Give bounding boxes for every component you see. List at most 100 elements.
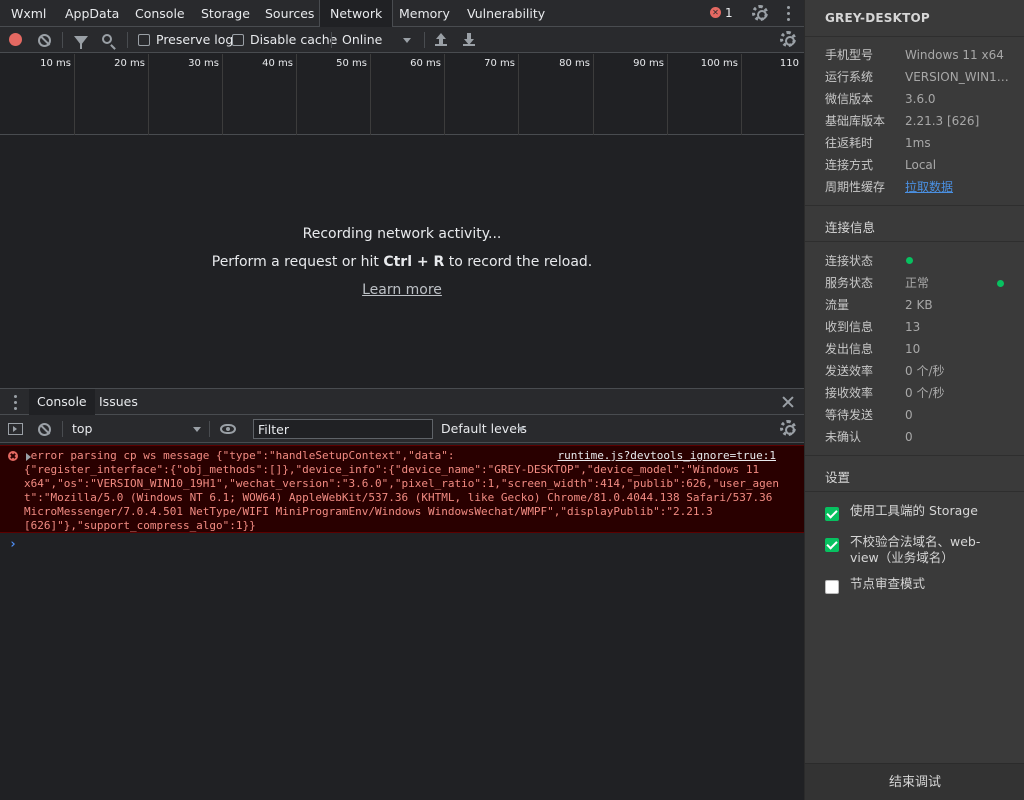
settings-gear-icon[interactable] xyxy=(752,5,768,21)
tab-wxml[interactable]: Wxml xyxy=(11,0,46,27)
info-key: 接收效率 xyxy=(825,386,874,400)
divider xyxy=(805,205,1024,206)
console-messages[interactable]: error parsing cp ws message {"type":"han… xyxy=(0,443,804,800)
record-icon[interactable] xyxy=(9,33,22,46)
skip-domain-check-checkbox[interactable] xyxy=(825,538,839,552)
info-value: 1ms xyxy=(905,136,931,150)
console-sidebar-toggle-icon[interactable] xyxy=(8,423,23,435)
drawer-menu-icon[interactable] xyxy=(14,395,18,411)
use-tool-storage-label[interactable]: 使用工具端的 Storage xyxy=(850,503,1000,519)
info-key: 发送效率 xyxy=(825,364,874,378)
timeline-tick: 10 ms xyxy=(0,54,75,135)
error-count[interactable]: 1 xyxy=(725,0,733,27)
divider xyxy=(62,421,63,437)
fetch-data-link[interactable]: 拉取数据 xyxy=(905,176,1009,198)
divider xyxy=(805,491,1024,492)
console-prompt-icon[interactable]: › xyxy=(9,537,17,552)
info-key: 连接方式 xyxy=(825,158,874,172)
divider xyxy=(424,32,425,48)
tab-storage[interactable]: Storage xyxy=(201,0,250,27)
info-value: 3.6.0 xyxy=(905,92,936,106)
filter-icon[interactable] xyxy=(74,36,88,49)
info-key: 未确认 xyxy=(825,430,862,444)
info-value: 0 个/秒 xyxy=(905,386,945,400)
error-circle-icon xyxy=(8,451,18,461)
timeline-tick-label: 60 ms xyxy=(410,58,441,69)
conn-row-traffic: 流量 2 KB xyxy=(825,294,1015,316)
chevron-down-icon[interactable] xyxy=(403,38,411,43)
export-har-icon[interactable] xyxy=(463,33,475,46)
divider xyxy=(805,36,1024,37)
node-inspect-label[interactable]: 节点审查模式 xyxy=(850,576,1000,592)
conn-row-pending: 等待发送 0 xyxy=(825,404,1015,426)
tab-memory[interactable]: Memory xyxy=(399,0,450,27)
timeline-tick: 100 ms xyxy=(668,54,742,135)
info-value: 0 个/秒 xyxy=(905,364,945,378)
error-source-link[interactable]: runtime.js?devtools_ignore=true:1 xyxy=(551,449,776,463)
info-row-lib-version: 基础库版本 2.21.3 [626] xyxy=(825,110,1015,132)
learn-more-link[interactable]: Learn more xyxy=(362,282,442,298)
drawer-tab-issues[interactable]: Issues xyxy=(99,389,138,415)
more-menu-icon[interactable] xyxy=(787,6,791,22)
conn-row-status: 连接状态 xyxy=(825,250,1015,272)
timeline-tick: 40 ms xyxy=(223,54,297,135)
info-value: 2 KB xyxy=(905,298,933,312)
import-har-icon[interactable] xyxy=(435,33,447,46)
end-debug-button[interactable]: 结束调试 xyxy=(805,763,1024,800)
console-settings-gear-icon[interactable] xyxy=(780,420,796,436)
reload-shortcut: Ctrl + R xyxy=(383,254,445,270)
clear-console-icon[interactable] xyxy=(38,423,51,436)
tab-sources[interactable]: Sources xyxy=(265,0,314,27)
timeline-tick-label: 20 ms xyxy=(114,58,145,69)
info-row-os: 运行系统 VERSION_WIN10... xyxy=(825,66,1015,88)
info-key: 收到信息 xyxy=(825,320,874,334)
throttling-select[interactable]: Online xyxy=(342,27,382,53)
tab-console[interactable]: Console xyxy=(135,0,185,27)
network-timeline-overview[interactable]: 10 ms 20 ms 30 ms 40 ms 50 ms 60 ms 70 m… xyxy=(0,54,804,135)
live-expression-eye-icon[interactable] xyxy=(220,424,236,434)
reload-hint-pre: Perform a request or hit xyxy=(211,254,384,270)
info-key: 服务状态 xyxy=(825,276,874,290)
preserve-log-checkbox[interactable] xyxy=(138,34,150,46)
timeline-tick-label: 100 ms xyxy=(700,58,738,69)
divider xyxy=(805,241,1024,242)
tab-network[interactable]: Network xyxy=(319,0,394,28)
conn-row-sent: 发出信息 10 xyxy=(825,338,1015,360)
settings-section-title: 设置 xyxy=(825,470,851,485)
tab-appdata[interactable]: AppData xyxy=(65,0,119,27)
info-key: 基础库版本 xyxy=(825,114,886,128)
error-icon[interactable]: ✕ xyxy=(710,7,721,18)
log-levels-select[interactable]: Default levels xyxy=(441,415,527,443)
chevron-down-icon[interactable] xyxy=(517,427,525,432)
close-drawer-icon[interactable] xyxy=(782,396,794,408)
disable-cache-label[interactable]: Disable cache xyxy=(250,27,337,53)
node-inspect-checkbox[interactable] xyxy=(825,580,839,594)
disable-cache-checkbox[interactable] xyxy=(232,34,244,46)
info-key: 等待发送 xyxy=(825,408,874,422)
info-value: 0 xyxy=(905,408,913,422)
info-value: 正常 xyxy=(905,276,930,290)
timeline-tick-label: 80 ms xyxy=(559,58,590,69)
timeline-tick-label: 40 ms xyxy=(262,58,293,69)
info-key: 周期性缓存 xyxy=(825,180,886,194)
timeline-tick-label: 50 ms xyxy=(336,58,367,69)
context-select[interactable]: top xyxy=(72,415,92,443)
console-filter-input[interactable] xyxy=(253,419,433,439)
info-row-periodic-cache: 周期性缓存 拉取数据 xyxy=(825,176,1015,198)
skip-domain-check-label[interactable]: 不校验合法域名、web-view（业务域名） xyxy=(850,534,1000,566)
use-tool-storage-checkbox[interactable] xyxy=(825,507,839,521)
conn-row-recv-rate: 接收效率 0 个/秒 xyxy=(825,382,1015,404)
tab-vulnerability[interactable]: Vulnerability xyxy=(467,0,545,27)
network-settings-gear-icon[interactable] xyxy=(780,31,796,47)
timeline-tick: 70 ms xyxy=(445,54,519,135)
drawer-tab-console[interactable]: Console xyxy=(29,389,95,416)
clear-icon[interactable] xyxy=(38,34,51,47)
console-error-message[interactable]: error parsing cp ws message {"type":"han… xyxy=(0,445,804,533)
info-row-wechat-version: 微信版本 3.6.0 xyxy=(825,88,1015,110)
timeline-tick-label: 70 ms xyxy=(484,58,515,69)
search-icon[interactable] xyxy=(102,34,112,44)
timeline-tick-label: 110 xyxy=(779,58,799,69)
preserve-log-label[interactable]: Preserve log xyxy=(156,27,233,53)
chevron-down-icon[interactable] xyxy=(193,427,201,432)
timeline-tick: 60 ms xyxy=(371,54,445,135)
